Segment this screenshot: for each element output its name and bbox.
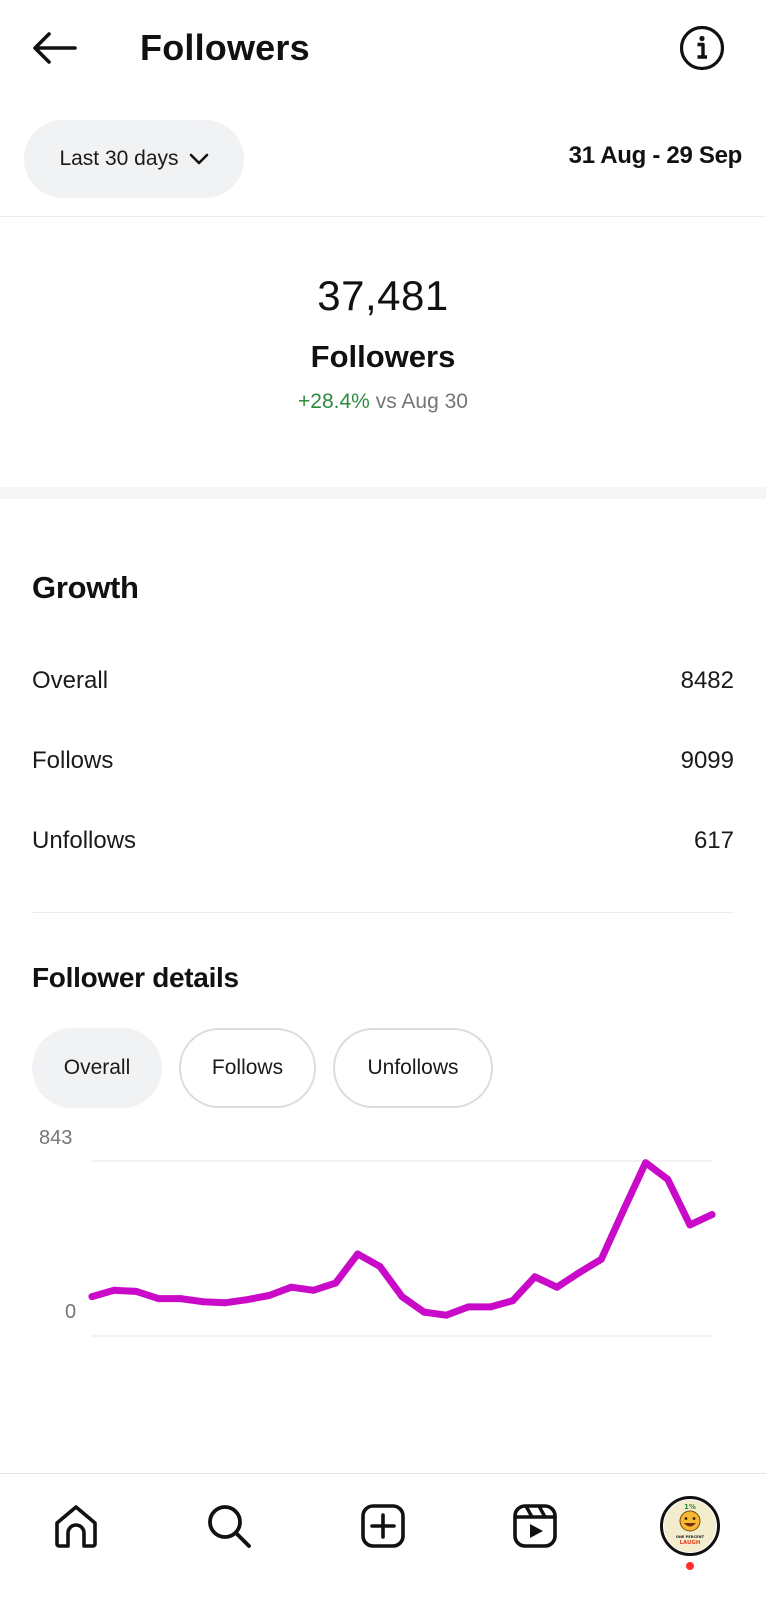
growth-value: 617 <box>693 827 734 854</box>
divider <box>32 912 734 913</box>
arrow-left-icon <box>33 32 77 64</box>
date-range-text: 31 Aug - 29 Sep <box>568 142 743 169</box>
data-point-10 <box>309 1286 317 1294</box>
follower-details-heading: Follower details <box>32 962 239 993</box>
data-point-0 <box>88 1293 96 1301</box>
back-button[interactable] <box>28 24 80 72</box>
growth-label: Overall <box>32 667 109 694</box>
svg-text:LAUGH: LAUGH <box>680 1540 701 1546</box>
filter-chip-unfollows[interactable]: Unfollows <box>333 1028 493 1108</box>
data-point-15 <box>420 1308 428 1316</box>
data-point-11 <box>332 1279 340 1287</box>
follower-count-label: Followers <box>310 339 456 374</box>
change-row: +28.4% vs Aug 30 <box>0 388 766 416</box>
data-point-22 <box>575 1269 583 1277</box>
data-point-1 <box>110 1286 118 1294</box>
growth-label: Follows <box>32 747 114 774</box>
data-point-24 <box>619 1206 627 1214</box>
follower-line-chart: 843 0 <box>0 1127 766 1360</box>
growth-row-overall: Overall 8482 <box>32 661 734 701</box>
data-point-25 <box>642 1159 650 1167</box>
series-line <box>88 1159 716 1319</box>
bottom-tab-bar: 1% ONE PERCENT LAUGH <box>0 1474 766 1600</box>
info-button[interactable] <box>678 24 726 72</box>
search-icon <box>208 1505 251 1548</box>
data-point-14 <box>398 1293 406 1301</box>
date-range-row: Last 30 days 31 Aug - 29 Sep <box>0 118 766 198</box>
page-title: Followers <box>140 27 310 68</box>
change-compare: vs Aug 30 <box>375 390 468 413</box>
tab-home[interactable] <box>46 1496 106 1556</box>
follower-count: 37,481 <box>317 272 449 319</box>
date-range-label: Last 30 days <box>59 147 179 170</box>
data-point-16 <box>442 1311 450 1319</box>
change-percent: +28.4% <box>298 390 370 413</box>
growth-heading: Growth <box>32 570 139 605</box>
chart-plot <box>88 1159 716 1337</box>
data-point-6 <box>221 1299 229 1307</box>
growth-row-follows: Follows 9099 <box>32 741 734 781</box>
growth-row-unfollows: Unfollows 617 <box>32 821 734 861</box>
tab-reels[interactable] <box>505 1496 565 1556</box>
growth-value: 8482 <box>680 667 734 694</box>
data-point-9 <box>287 1283 295 1291</box>
data-point-4 <box>177 1295 185 1303</box>
data-point-2 <box>132 1287 140 1295</box>
data-point-20 <box>531 1273 539 1281</box>
data-point-12 <box>354 1250 362 1258</box>
header: Followers <box>0 0 766 100</box>
data-point-5 <box>199 1298 207 1306</box>
data-point-13 <box>376 1263 384 1270</box>
date-range-dropdown[interactable]: Last 30 days <box>24 120 244 198</box>
chevron-down-icon <box>189 153 208 165</box>
data-point-17 <box>464 1303 472 1311</box>
notification-dot <box>686 1562 694 1570</box>
tab-search[interactable] <box>199 1496 259 1556</box>
data-point-8 <box>265 1292 273 1299</box>
data-point-27 <box>686 1221 694 1229</box>
data-point-3 <box>154 1295 162 1303</box>
data-point-7 <box>243 1296 251 1304</box>
data-point-18 <box>487 1303 495 1311</box>
y-tick-label: 0 <box>65 1301 77 1323</box>
reels-icon <box>513 1504 557 1548</box>
tab-create[interactable] <box>353 1496 413 1556</box>
create-icon <box>361 1504 405 1548</box>
followers-summary: 37,481 Followers +28.4% vs Aug 30 <box>0 217 766 487</box>
data-point-28 <box>708 1211 716 1219</box>
data-point-23 <box>597 1255 605 1263</box>
data-point-19 <box>509 1297 517 1305</box>
data-point-21 <box>553 1283 561 1291</box>
svg-text:1%: 1% <box>684 1503 696 1511</box>
profile-avatar[interactable]: 1% ONE PERCENT LAUGH <box>660 1496 720 1556</box>
growth-label: Unfollows <box>32 827 137 854</box>
section-divider <box>0 487 766 499</box>
y-tick-label: 843 <box>39 1127 73 1149</box>
growth-value: 9099 <box>680 747 734 774</box>
filter-chip-follows[interactable]: Follows <box>179 1028 316 1108</box>
svg-text:ONE PERCENT: ONE PERCENT <box>676 1535 705 1539</box>
info-icon <box>679 25 725 71</box>
data-point-26 <box>664 1175 672 1183</box>
filter-chip-overall[interactable]: Overall <box>32 1028 162 1108</box>
home-icon <box>55 1505 97 1548</box>
profile-logo-icon: 1% ONE PERCENT LAUGH <box>664 1500 716 1552</box>
